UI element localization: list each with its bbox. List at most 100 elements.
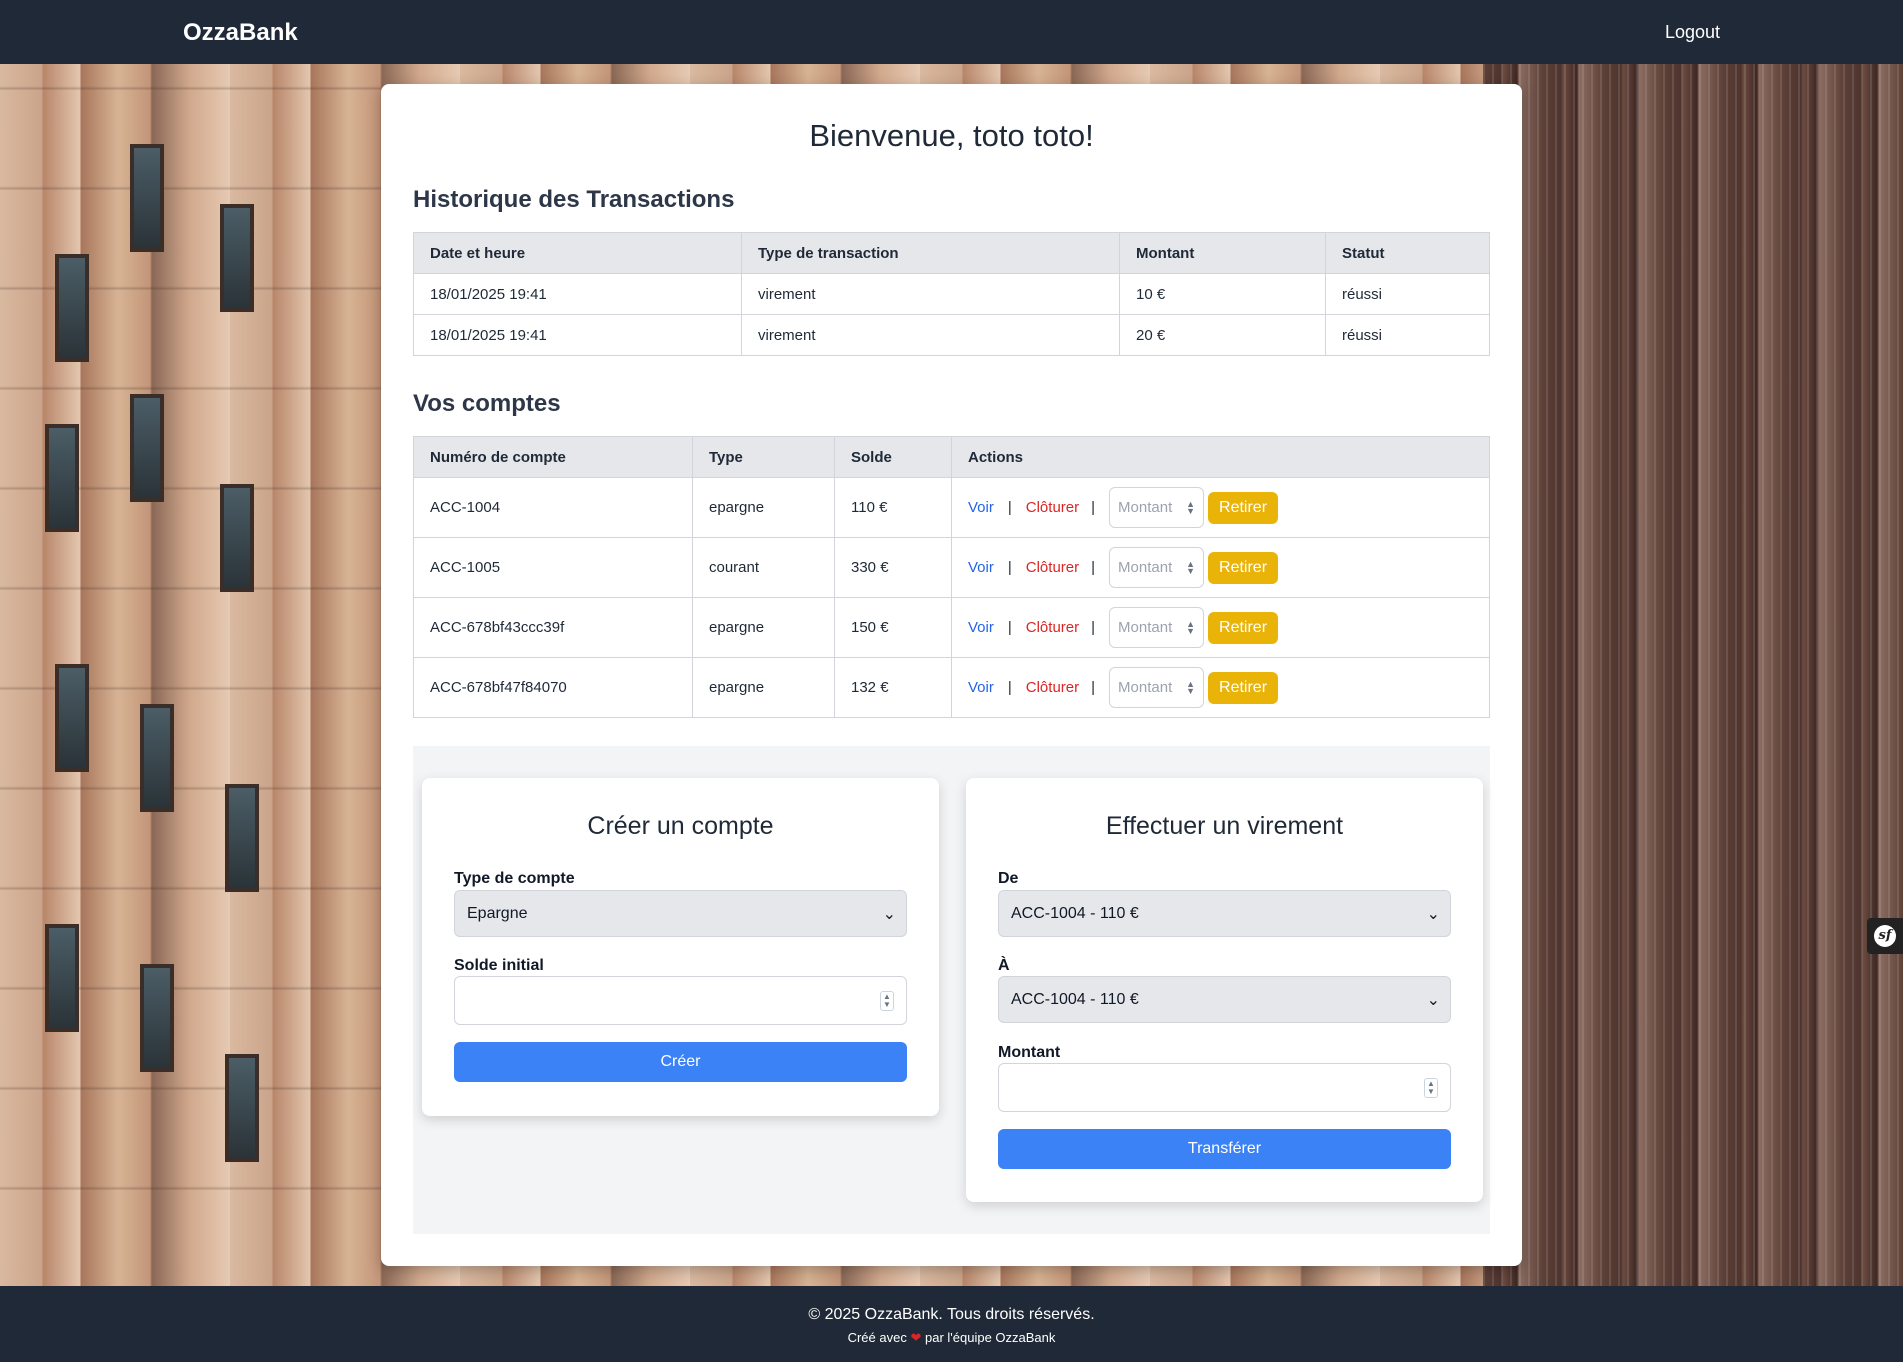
spinner-icon[interactable]: ▲ ▼ (880, 990, 894, 1011)
separator: | (1091, 619, 1096, 636)
spinner-icon[interactable]: ▲ ▼ (1186, 679, 1195, 695)
separator: | (1007, 559, 1012, 576)
transfer-title: Effectuer un virement (1105, 812, 1344, 840)
account-number: ACC-1004 (413, 477, 693, 538)
navbar: OzzaBank Logout (0, 0, 1903, 64)
transaction-status: réussi (1325, 273, 1490, 315)
amount-placeholder: Montant (1118, 619, 1173, 636)
separator: | (1007, 499, 1012, 516)
account-number: ACC-678bf43ccc39f (413, 597, 693, 658)
withdraw-amount-input[interactable]: Montant ▲ ▼ (1109, 607, 1205, 648)
transaction-type: virement (741, 314, 1120, 356)
amount-placeholder: Montant (1118, 559, 1173, 576)
transaction-status: réussi (1325, 314, 1490, 356)
table-row: ACC-678bf47f84070 epargne 132 € Voir | C… (413, 657, 1490, 718)
close-account-link[interactable]: Clôturer (1026, 559, 1079, 576)
facade-window (225, 784, 259, 892)
initial-balance-input[interactable]: ▲ ▼ (454, 976, 907, 1025)
transfer-amount-input[interactable]: ▲ ▼ (998, 1063, 1451, 1112)
withdraw-amount-input[interactable]: Montant ▲ ▼ (1109, 667, 1205, 708)
transfer-amount-label: Montant (998, 1044, 1061, 1061)
column-header: Actions (951, 436, 1490, 478)
transaction-date: 18/01/2025 19:41 (413, 273, 742, 315)
symfony-logo: sf (1874, 925, 1896, 947)
facade-right (1483, 64, 1903, 1286)
separator: | (1007, 679, 1012, 696)
amount-placeholder: Montant (1118, 499, 1173, 516)
withdraw-button[interactable]: Retirer (1208, 671, 1279, 704)
from-account-select[interactable]: ACC-1004 - 110 € ⌄ (998, 890, 1451, 937)
from-account-value: ACC-1004 - 110 € (1011, 904, 1139, 922)
view-link[interactable]: Voir (968, 559, 994, 576)
facade-window (130, 144, 164, 252)
symfony-toolbar-icon[interactable]: sf (1867, 918, 1903, 954)
column-header: Montant (1119, 232, 1326, 274)
footer: © 2025 OzzaBank. Tous droits réservés. C… (0, 1286, 1903, 1362)
transaction-amount: 20 € (1119, 314, 1326, 356)
facade-window (220, 204, 254, 312)
withdraw-amount-input[interactable]: Montant ▲ ▼ (1109, 547, 1205, 588)
facade-window (130, 394, 164, 502)
brand-logo[interactable]: OzzaBank (183, 19, 298, 47)
logout-link[interactable]: Logout (1665, 22, 1720, 43)
table-row: ACC-678bf43ccc39f epargne 150 € Voir | C… (413, 597, 1490, 658)
close-account-link[interactable]: Clôturer (1026, 679, 1079, 696)
facade-window (220, 484, 254, 592)
account-actions: Voir | Clôturer | Montant ▲ ▼ Retirer (951, 477, 1490, 538)
credit-before: Créé avec (847, 1330, 907, 1345)
facade-window (55, 664, 89, 772)
table-row: ACC-1005 courant 330 € Voir | Clôturer |… (413, 537, 1490, 598)
account-balance: 110 € (834, 477, 952, 538)
accounts-table: Numéro de compte Type Solde Actions ACC-… (413, 436, 1490, 718)
chevron-down-icon: ⌄ (882, 905, 896, 923)
transaction-date: 18/01/2025 19:41 (413, 314, 742, 356)
account-number: ACC-1005 (413, 537, 693, 598)
separator: | (1091, 499, 1096, 516)
create-account-button[interactable]: Créer (454, 1042, 907, 1082)
initial-balance-label: Solde initial (454, 957, 544, 974)
spinner-icon[interactable]: ▲ ▼ (1424, 1077, 1438, 1098)
from-account-label: De (998, 870, 1019, 887)
heart-icon: ❤ (910, 1330, 922, 1345)
credit-after: par l'équipe OzzaBank (925, 1330, 1056, 1345)
withdraw-amount-input[interactable]: Montant ▲ ▼ (1109, 487, 1205, 528)
view-link[interactable]: Voir (968, 619, 994, 636)
column-header: Solde (834, 436, 952, 478)
account-actions: Voir | Clôturer | Montant ▲ ▼ Retirer (951, 537, 1490, 598)
separator: | (1091, 559, 1096, 576)
transaction-amount: 10 € (1119, 273, 1326, 315)
footer-copyright: © 2025 OzzaBank. Tous droits réservés. (808, 1306, 1095, 1323)
transactions-title: Historique des Transactions (413, 186, 735, 213)
facade-window (45, 424, 79, 532)
withdraw-button[interactable]: Retirer (1208, 611, 1279, 644)
column-header: Date et heure (413, 232, 742, 274)
transfer-card: Effectuer un virement De ACC-1004 - 110 … (966, 778, 1483, 1202)
to-account-select[interactable]: ACC-1004 - 110 € ⌄ (998, 976, 1451, 1023)
separator: | (1091, 679, 1096, 696)
withdraw-button[interactable]: Retirer (1208, 491, 1279, 524)
account-number: ACC-678bf47f84070 (413, 657, 693, 718)
close-account-link[interactable]: Clôturer (1026, 499, 1079, 516)
column-header: Statut (1325, 232, 1490, 274)
withdraw-button[interactable]: Retirer (1208, 551, 1279, 584)
spinner-icon[interactable]: ▲ ▼ (1186, 499, 1195, 515)
footer-credit: Créé avec ❤ par l'équipe OzzaBank (0, 1330, 1903, 1346)
account-type-select[interactable]: Epargne ⌄ (454, 890, 907, 937)
account-actions: Voir | Clôturer | Montant ▲ ▼ Retirer (951, 657, 1490, 718)
view-link[interactable]: Voir (968, 499, 994, 516)
main-card: Bienvenue, toto toto! Historique des Tra… (381, 84, 1522, 1266)
chevron-down-icon: ⌄ (1426, 991, 1440, 1009)
table-row: 18/01/2025 19:41 virement 10 € réussi (413, 273, 1490, 315)
transfer-button[interactable]: Transférer (998, 1129, 1451, 1169)
account-type-value: Epargne (467, 904, 528, 922)
facade-window (140, 964, 174, 1072)
view-link[interactable]: Voir (968, 679, 994, 696)
close-account-link[interactable]: Clôturer (1026, 619, 1079, 636)
account-actions: Voir | Clôturer | Montant ▲ ▼ Retirer (951, 597, 1490, 658)
spinner-icon[interactable]: ▲ ▼ (1186, 559, 1195, 575)
accounts-title: Vos comptes (413, 390, 561, 417)
spinner-icon[interactable]: ▲ ▼ (1186, 619, 1195, 635)
welcome-heading: Bienvenue, toto toto! (809, 118, 1094, 153)
create-account-card: Créer un compte Type de compte Epargne ⌄… (422, 778, 939, 1116)
account-type: courant (692, 537, 835, 598)
